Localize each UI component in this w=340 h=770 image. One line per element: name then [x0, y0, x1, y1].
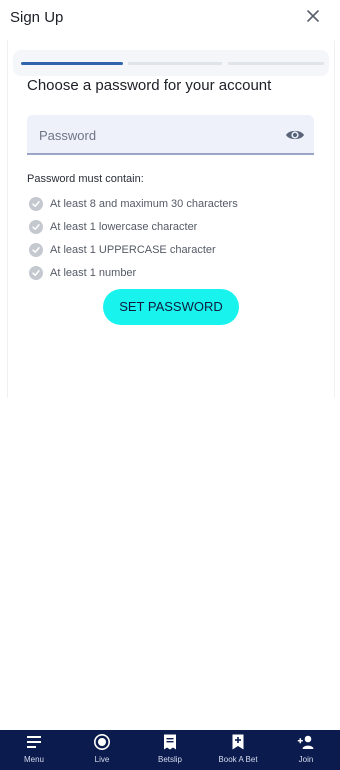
requirement-item: At least 8 and maximum 30 characters [29, 192, 319, 215]
signup-panel: Choose a password for your account Passw… [7, 40, 335, 398]
header: Sign Up [0, 0, 340, 36]
page-title: Sign Up [10, 9, 64, 26]
requirement-item: At least 1 UPPERCASE character [29, 238, 319, 261]
requirement-item: At least 1 number [29, 261, 319, 284]
requirement-label: At least 1 number [50, 266, 137, 279]
nav-label: Live [94, 755, 110, 764]
betslip-icon [164, 734, 176, 750]
check-icon [29, 196, 43, 211]
nav-item-live[interactable]: Live [68, 730, 136, 770]
check-icon [29, 242, 43, 257]
nav-item-menu[interactable]: Menu [0, 730, 68, 770]
progress-step-2 [128, 62, 222, 65]
nav-item-join[interactable]: Join [272, 730, 340, 770]
check-icon [29, 219, 43, 234]
live-icon [94, 734, 110, 750]
requirement-label: At least 1 UPPERCASE character [50, 243, 216, 256]
nav-label: Betslip [157, 755, 182, 764]
nav-item-book-a-bet[interactable]: Book A Bet [204, 730, 272, 770]
nav-item-betslip[interactable]: Betslip [136, 730, 204, 770]
requirement-item: At least 1 lowercase character [29, 215, 319, 238]
menu-icon [27, 736, 41, 748]
check-icon [29, 265, 43, 280]
requirement-label: At least 8 and maximum 30 characters [50, 197, 238, 210]
progress-step-3 [228, 62, 324, 65]
progress-step-1 [21, 62, 123, 65]
form-heading: Choose a password for your account [27, 77, 272, 94]
eye-icon[interactable] [285, 125, 305, 145]
requirement-label: At least 1 lowercase character [50, 220, 198, 233]
step-progress [13, 50, 329, 76]
bottom-nav: Menu Live Betslip Book A Bet Join [0, 730, 340, 770]
close-icon[interactable] [304, 7, 322, 25]
nav-label: Menu [23, 755, 44, 764]
requirements-list: At least 8 and maximum 30 characters At … [29, 192, 319, 284]
book-a-bet-icon [232, 734, 244, 750]
password-field[interactable] [27, 115, 314, 155]
nav-label: Join [298, 755, 314, 764]
join-icon [297, 735, 314, 749]
nav-label: Book A Bet [218, 755, 258, 764]
set-password-button[interactable]: SET PASSWORD [103, 289, 239, 325]
password-input[interactable] [37, 124, 271, 146]
requirements-title: Password must contain: [27, 173, 144, 185]
